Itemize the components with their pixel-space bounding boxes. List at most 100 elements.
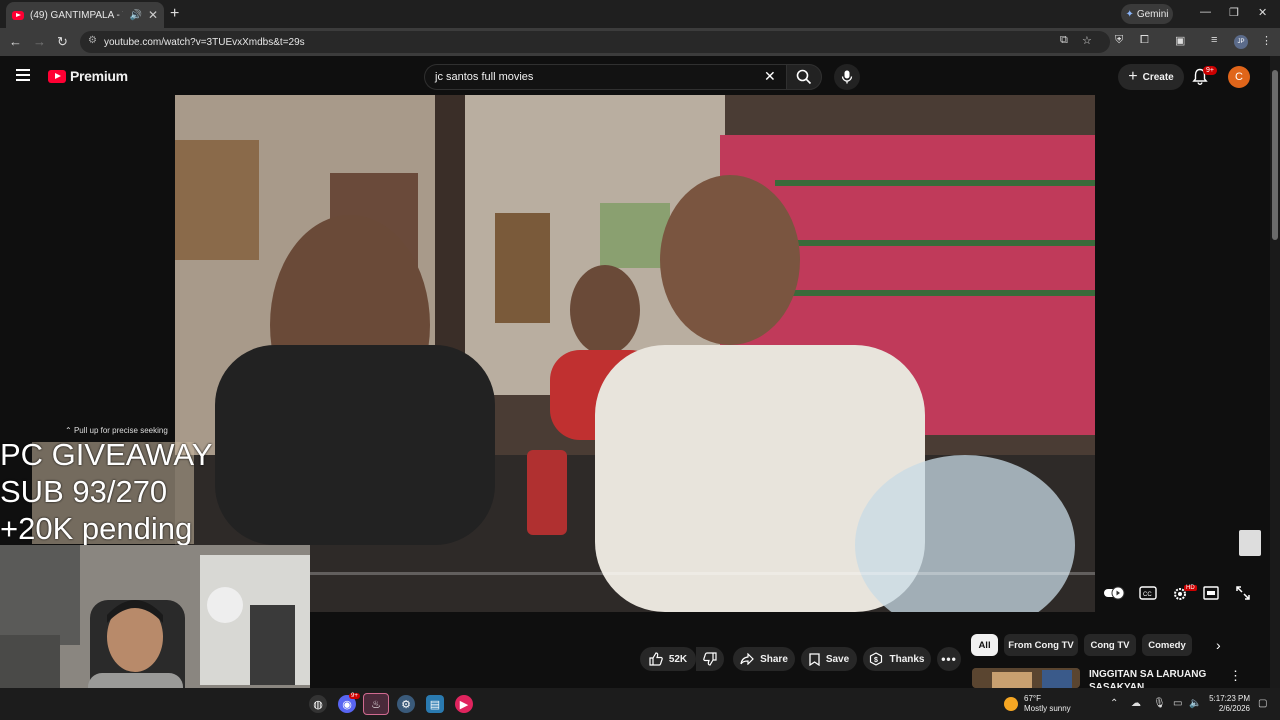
speaker-icon[interactable]: 🔊 bbox=[129, 10, 141, 21]
notification-center-icon[interactable]: ▢ bbox=[1258, 698, 1267, 709]
voice-search-button[interactable] bbox=[834, 64, 860, 90]
dislike-button[interactable] bbox=[696, 647, 724, 671]
giveaway-line-2: SUB 93/270 bbox=[0, 474, 168, 509]
search-value: jc santos full movies bbox=[435, 71, 534, 83]
weather-desc: Mostly sunny bbox=[1024, 704, 1071, 713]
chip-from-cong-tv[interactable]: From Cong TV bbox=[1004, 634, 1078, 656]
svg-text:CC: CC bbox=[1143, 592, 1152, 598]
chip-cong-tv[interactable]: Cong TV bbox=[1084, 634, 1136, 656]
profile-avatar[interactable]: JP bbox=[1234, 35, 1248, 49]
onedrive-icon[interactable]: ☁ bbox=[1131, 698, 1141, 709]
fullscreen-icon[interactable] bbox=[1236, 586, 1250, 600]
bookmark-icon bbox=[809, 652, 820, 666]
captions-icon[interactable]: CC bbox=[1139, 586, 1157, 600]
kebab-menu-icon[interactable]: ⋮ bbox=[1261, 34, 1272, 47]
channel-watermark-logo[interactable] bbox=[1239, 530, 1261, 556]
more-actions-button[interactable]: ••• bbox=[937, 647, 961, 671]
windows-taskbar bbox=[0, 688, 1280, 720]
notification-count-badge: 9+ bbox=[1203, 66, 1217, 75]
obs-app-icon[interactable]: ◍ bbox=[309, 695, 327, 713]
recommendation-title[interactable]: INGGITAN SA LARUANG SASAKYAN bbox=[1089, 668, 1209, 688]
taskbar-clock[interactable]: 5:17:23 PM 2/6/2026 bbox=[1208, 694, 1250, 714]
video-frame-scene bbox=[175, 95, 1095, 612]
recommendation-more-icon[interactable]: ⋮ bbox=[1229, 668, 1242, 684]
plus-icon: + bbox=[1128, 68, 1138, 85]
recommendation-thumbnail-image bbox=[972, 668, 1080, 688]
discord-badge: 9+ bbox=[349, 693, 360, 699]
url-text: youtube.com/watch?v=3TUEvxXmdbs&t=29s bbox=[104, 36, 305, 48]
browser-tab-bar: (49) GANTIMPALA - YouTube 🔊 ✕ + ✦ Gemini… bbox=[0, 0, 1280, 28]
gemini-label: Gemini bbox=[1136, 8, 1169, 20]
close-tab-icon[interactable]: ✕ bbox=[148, 8, 158, 22]
autoplay-toggle[interactable] bbox=[1103, 586, 1125, 600]
tab-search-icon[interactable]: ▣ bbox=[1175, 34, 1185, 47]
media-player-app-icon[interactable]: ▶ bbox=[455, 695, 473, 713]
giveaway-overlay-text: PC GIVEAWAY SUB 93/270 +20K pending bbox=[0, 436, 212, 547]
page-scrollbar-thumb[interactable] bbox=[1272, 70, 1278, 240]
search-icon bbox=[796, 69, 812, 85]
youtube-premium-logo[interactable]: Premium bbox=[48, 68, 128, 84]
svg-text:$: $ bbox=[874, 657, 878, 664]
notepad-app-icon[interactable]: ▤ bbox=[426, 695, 444, 713]
video-progress-bar[interactable] bbox=[175, 572, 1095, 575]
back-icon[interactable]: ← bbox=[9, 34, 22, 49]
hamburger-menu-icon[interactable] bbox=[16, 69, 30, 81]
tab-title: (49) GANTIMPALA - YouTube bbox=[30, 9, 123, 21]
cast-icon[interactable]: ⧉ bbox=[1060, 34, 1068, 47]
recommendation-thumbnail[interactable] bbox=[972, 668, 1080, 688]
microphone-icon bbox=[841, 70, 853, 84]
account-avatar[interactable]: C bbox=[1228, 66, 1250, 88]
chip-comedy[interactable]: Comedy bbox=[1142, 634, 1192, 656]
like-button[interactable]: 52K bbox=[640, 647, 696, 671]
thanks-button[interactable]: $ Thanks bbox=[863, 647, 931, 671]
sunny-weather-icon bbox=[1004, 697, 1018, 711]
youtube-favicon-icon bbox=[12, 10, 24, 20]
steam-app-icon[interactable]: ♨ bbox=[363, 693, 389, 715]
microphone-tray-icon[interactable]: 🎙 bbox=[1153, 698, 1166, 709]
more-horizontal-icon: ••• bbox=[941, 652, 957, 666]
clock-time: 5:17:23 PM bbox=[1209, 694, 1250, 703]
address-toolbar: ← → ↻ ⚙ youtube.com/watch?v=3TUEvxXmdbs&… bbox=[0, 28, 1280, 56]
bookmark-star-icon[interactable]: ☆ bbox=[1082, 34, 1092, 47]
restore-icon[interactable]: ❐ bbox=[1229, 6, 1239, 19]
reload-icon[interactable]: ↻ bbox=[57, 34, 68, 50]
share-icon bbox=[740, 653, 754, 665]
gemini-button[interactable]: ✦ Gemini bbox=[1121, 4, 1173, 24]
new-tab-button[interactable]: + bbox=[170, 5, 179, 23]
minimize-icon[interactable]: — bbox=[1200, 6, 1211, 18]
browser-tab[interactable]: (49) GANTIMPALA - YouTube 🔊 ✕ bbox=[6, 2, 164, 28]
tray-chevron-up-icon[interactable]: ⌃ bbox=[1110, 698, 1118, 709]
seek-hint-text: ⌃ Pull up for precise seeking bbox=[65, 426, 168, 435]
search-input[interactable]: jc santos full movies bbox=[424, 64, 786, 90]
youtube-play-logo-icon bbox=[48, 69, 66, 83]
clear-search-icon[interactable]: ✕ bbox=[764, 68, 776, 85]
chip-all[interactable]: All bbox=[971, 634, 998, 656]
giveaway-line-3: +20K pending bbox=[0, 511, 193, 546]
video-player[interactable] bbox=[175, 95, 1095, 612]
like-count: 52K bbox=[668, 653, 688, 665]
miniplayer-icon[interactable] bbox=[1203, 586, 1219, 600]
settings-app-icon[interactable]: ⚙ bbox=[397, 695, 415, 713]
site-info-icon[interactable]: ⚙ bbox=[88, 35, 97, 46]
media-controls-icon[interactable]: ≡ bbox=[1211, 34, 1217, 46]
extensions-icon[interactable]: ⧠ bbox=[1140, 34, 1149, 47]
url-bar[interactable]: ⚙ youtube.com/watch?v=3TUEvxXmdbs&t=29s bbox=[80, 31, 1110, 53]
thumbs-up-icon bbox=[649, 652, 663, 666]
chevron-right-icon[interactable]: › bbox=[1216, 637, 1221, 653]
save-button[interactable]: Save bbox=[801, 647, 857, 671]
youtube-header: Premium jc santos full movies ✕ + Create… bbox=[0, 56, 1270, 96]
weather-temp: 67°F bbox=[1024, 694, 1041, 703]
share-button[interactable]: Share bbox=[733, 647, 795, 671]
volume-icon[interactable]: 🔈 bbox=[1189, 698, 1201, 709]
create-button[interactable]: + Create bbox=[1118, 64, 1184, 90]
close-window-icon[interactable]: ✕ bbox=[1258, 6, 1267, 19]
network-icon[interactable]: ▭ bbox=[1173, 698, 1182, 709]
search-button[interactable] bbox=[786, 64, 822, 90]
thumbs-down-icon bbox=[703, 652, 717, 666]
shield-icon[interactable]: ⛨ bbox=[1115, 34, 1123, 47]
weather-widget[interactable]: 67°F Mostly sunny bbox=[1004, 694, 1071, 714]
clock-date: 2/6/2026 bbox=[1218, 704, 1250, 713]
forward-icon[interactable]: → bbox=[33, 34, 46, 49]
super-thanks-icon: $ bbox=[870, 652, 883, 666]
giveaway-line-1: PC GIVEAWAY bbox=[0, 437, 213, 472]
